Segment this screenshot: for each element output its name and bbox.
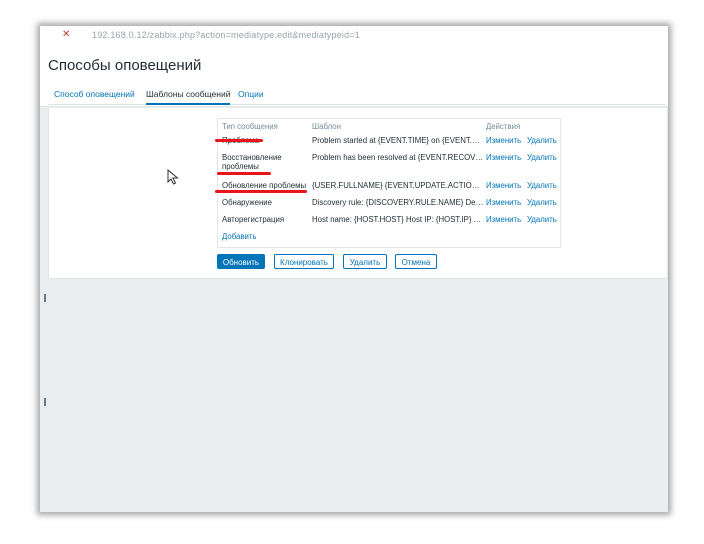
delete-link[interactable]: Удалить: [527, 136, 557, 145]
edit-link[interactable]: Изменить: [486, 215, 521, 224]
row-template: Problem has been resolved at {EVENT.RECO…: [312, 153, 484, 162]
templates-table: Тип сообщения Шаблон Действия Проблема P…: [217, 118, 561, 248]
annotation-underline: [215, 139, 263, 142]
row-template: {USER.FULLNAME} {EVENT.UPDATE.ACTION} pr…: [312, 181, 484, 190]
sidebar-edge-mark: [44, 398, 46, 406]
cancel-button[interactable]: Отмена: [395, 254, 437, 269]
annotation-underline: [217, 172, 271, 175]
page-title: Способы оповещений: [48, 57, 202, 74]
address-url: 192.168.0.12/zabbix.php?action=mediatype…: [92, 30, 360, 40]
column-header-template: Шаблон: [312, 122, 341, 131]
delete-link[interactable]: Удалить: [527, 153, 557, 162]
row-type-recovery-line2: проблемы: [222, 162, 259, 171]
close-tab-icon[interactable]: ✕: [62, 26, 70, 44]
row-type-autoregistration: Авторегистрация: [222, 215, 285, 224]
edit-link[interactable]: Изменить: [486, 153, 521, 162]
row-type-update: Обновление проблемы: [222, 181, 307, 190]
sidebar-edge-mark: [44, 294, 46, 302]
delete-link[interactable]: Удалить: [527, 215, 557, 224]
column-header-actions: Действия: [486, 122, 521, 131]
tab-media-type[interactable]: Способ оповещений: [54, 89, 135, 99]
edit-link[interactable]: Изменить: [486, 136, 521, 145]
form-tabs: Способ оповещений Шаблоны сообщений Опци…: [48, 86, 666, 105]
row-type-discovery: Обнаружение: [222, 198, 272, 207]
delete-link[interactable]: Удалить: [527, 181, 557, 190]
tab-message-templates[interactable]: Шаблоны сообщений: [146, 89, 231, 105]
delete-button[interactable]: Удалить: [343, 254, 387, 269]
message-templates-panel: Тип сообщения Шаблон Действия Проблема P…: [48, 108, 668, 279]
row-template: Discovery rule: {DISCOVERY.RULE.NAME} De…: [312, 198, 484, 207]
browser-address-bar[interactable]: ✕ 192.168.0.12/zabbix.php?action=mediaty…: [40, 26, 668, 44]
clone-button[interactable]: Клонировать: [274, 254, 334, 269]
update-button[interactable]: Обновить: [217, 254, 265, 269]
edit-link[interactable]: Изменить: [486, 198, 521, 207]
row-type-recovery: Восстановление: [222, 153, 282, 162]
delete-link[interactable]: Удалить: [527, 198, 557, 207]
edit-link[interactable]: Изменить: [486, 181, 521, 190]
row-template: Host name: {HOST.HOST} Host IP: {HOST.IP…: [312, 215, 484, 224]
column-header-type: Тип сообщения: [222, 122, 278, 131]
annotation-underline: [215, 190, 307, 193]
screenshot-frame: ✕ 192.168.0.12/zabbix.php?action=mediaty…: [40, 26, 668, 512]
mouse-cursor-icon: [167, 169, 179, 185]
add-template-link[interactable]: Добавить: [222, 232, 256, 241]
tab-options[interactable]: Опции: [238, 89, 264, 99]
row-template: Problem started at {EVENT.TIME} on {EVEN…: [312, 136, 484, 145]
